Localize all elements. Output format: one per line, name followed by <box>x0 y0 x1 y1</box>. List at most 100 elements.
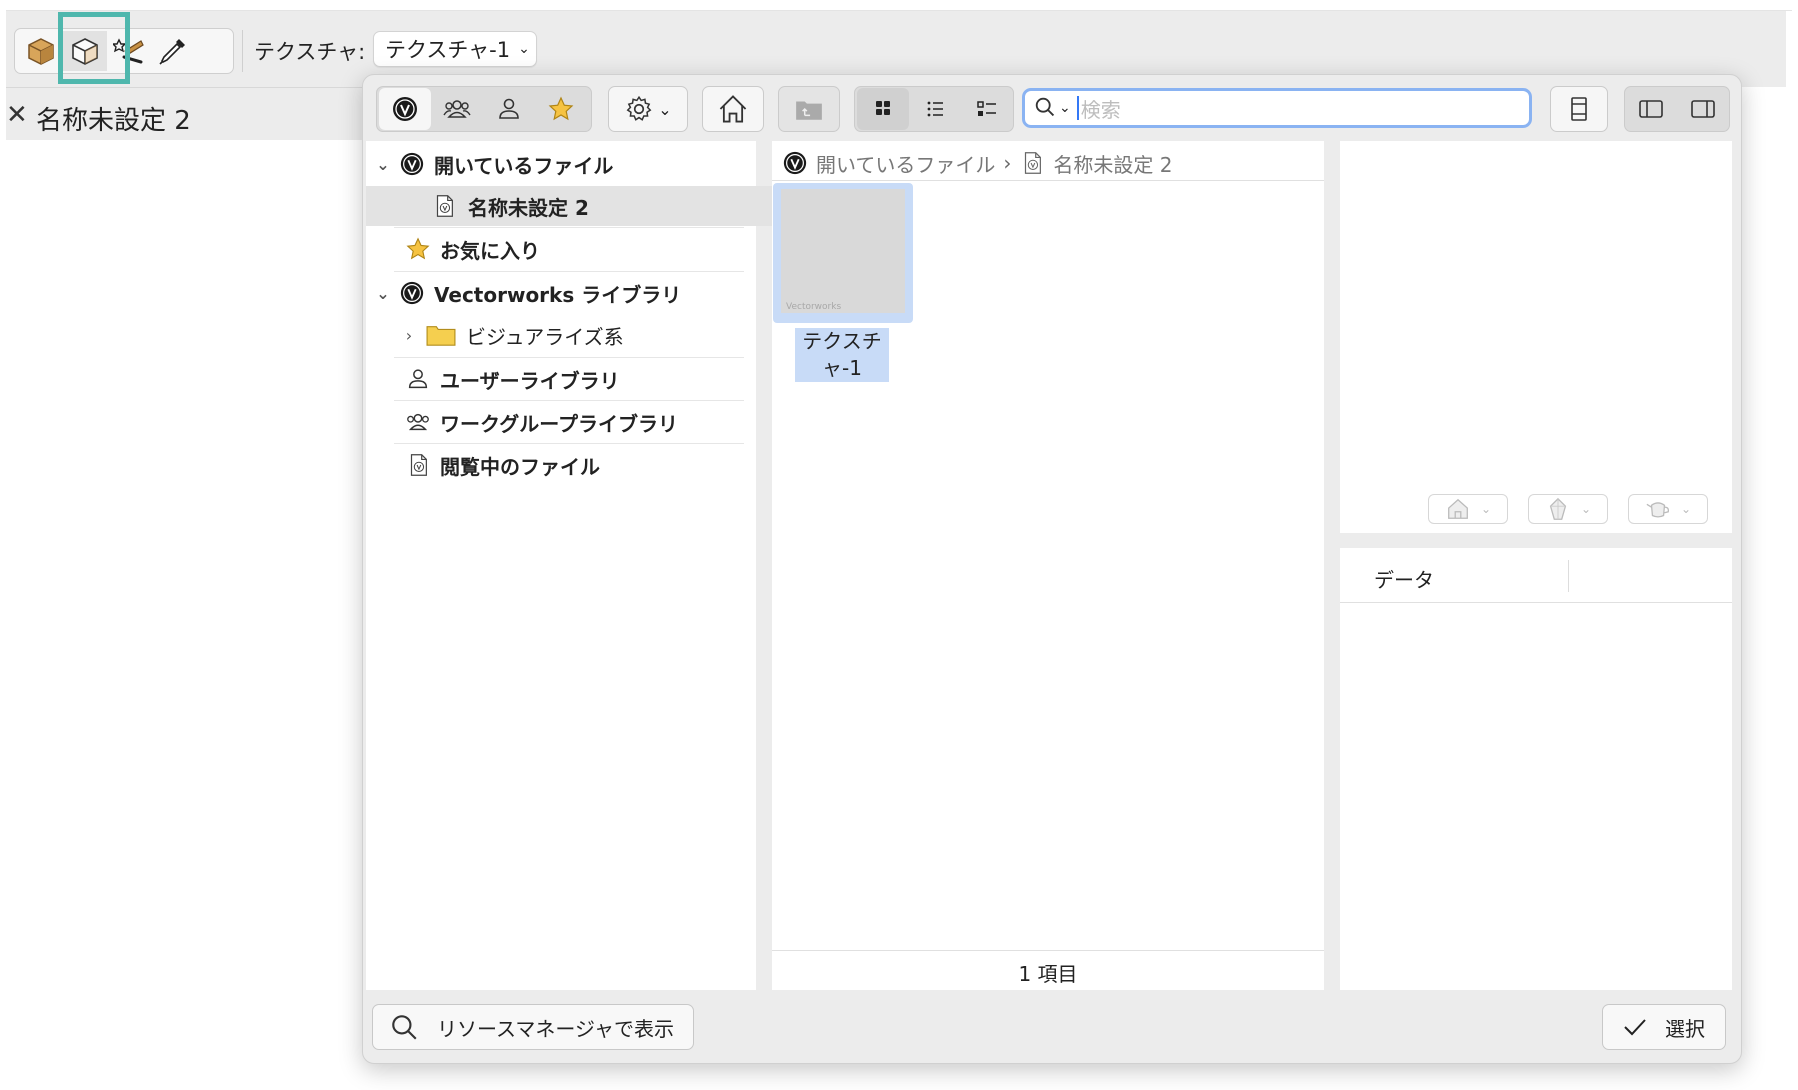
resource-item-label[interactable]: テクスチ ャ-1 <box>795 328 889 382</box>
chevron-down-icon: ⌄ <box>658 99 672 119</box>
eyedropper-tool-button[interactable] <box>151 31 195 71</box>
vw-file-icon <box>430 192 458 220</box>
solid-box-icon <box>28 38 54 65</box>
show-in-resource-manager-label: リソースマネージャで表示 <box>437 1016 674 1041</box>
up-folder-icon <box>796 101 822 120</box>
select-label: 選択 <box>1665 1016 1705 1041</box>
status-rule <box>772 950 1324 951</box>
breadcrumb: 開いているファイル › 名称未設定 2 <box>782 147 1173 179</box>
search-field[interactable]: ⌄ 検索 <box>1022 88 1532 128</box>
text-cursor <box>1076 96 1079 120</box>
search-placeholder: 検索 <box>1080 97 1121 122</box>
texture-dropdown-value: テクスチャ-1 <box>385 38 511 62</box>
home-icon <box>719 95 747 123</box>
data-panel <box>1340 548 1732 990</box>
library-filter-segment <box>376 86 592 132</box>
view-mode-segment <box>854 86 1014 132</box>
vectorworks-logo-icon <box>783 151 807 175</box>
workgroup-filter-button[interactable] <box>431 88 483 130</box>
gem-shape-icon <box>1549 497 1567 520</box>
preview-object-dropdown[interactable]: ⌄ <box>1628 494 1708 524</box>
home-button[interactable] <box>702 86 764 132</box>
close-tab-icon[interactable]: ✕ <box>6 100 28 130</box>
group-icon <box>404 408 432 436</box>
group-icon <box>443 100 471 118</box>
parent-folder-button <box>778 86 840 132</box>
preview-scene-dropdown[interactable]: ⌄ <box>1428 494 1508 524</box>
house-icon <box>1448 498 1468 519</box>
tree-item-label: 名称未設定 2 <box>468 195 589 220</box>
tree-item-user-library[interactable]: ユーザーライブラリ <box>366 359 794 399</box>
person-icon <box>404 365 432 393</box>
tree-item-vectorworks-library[interactable]: ⌄ Vectorworks ライブラリ <box>366 273 764 313</box>
detail-list-icon <box>977 101 996 116</box>
tree-item-label: 開いているファイル <box>434 153 614 178</box>
chevron-down-icon: ⌄ <box>518 41 530 57</box>
chevron-down-icon: ⌄ <box>1480 502 1492 516</box>
breadcrumb-root[interactable]: 開いているファイル <box>816 149 995 178</box>
user-filter-button[interactable] <box>483 88 535 130</box>
item-count: 1 項目 <box>1018 962 1078 986</box>
sidebar-toggle-segment <box>1624 86 1730 132</box>
preview-toggle-button[interactable] <box>1550 86 1608 132</box>
preview-shape-dropdown[interactable]: ⌄ <box>1528 494 1608 524</box>
data-column-separator <box>1568 560 1569 592</box>
tree-item-open-files[interactable]: ⌄ 開いているファイル <box>366 144 764 184</box>
toolbar-separator <box>242 30 243 72</box>
checkmark-icon <box>1624 1019 1646 1036</box>
chevron-down-icon[interactable]: ⌄ <box>374 284 392 303</box>
tree-divider <box>394 443 744 444</box>
show-in-resource-manager-button[interactable]: リソースマネージャで表示 <box>372 1004 694 1050</box>
search-icon <box>392 1015 417 1040</box>
chevron-right-icon[interactable]: › <box>400 326 418 345</box>
texture-thumbnail[interactable] <box>781 189 905 313</box>
tree-item-browsing-files[interactable]: 閲覧中のファイル <box>366 445 794 485</box>
toggle-left-sidebar-button[interactable] <box>1625 88 1677 130</box>
person-icon <box>499 98 519 119</box>
tree-item-visualize-folder[interactable]: › ビジュアライズ系 <box>366 315 790 355</box>
tree-item-label: ワークグループライブラリ <box>440 411 678 436</box>
breadcrumb-file[interactable]: 名称未設定 2 <box>1053 149 1172 178</box>
preview-pane <box>1340 141 1732 533</box>
tree-item-label: お気に入り <box>440 238 540 263</box>
tree-divider <box>394 227 744 228</box>
vectorworks-logo-icon <box>398 150 426 178</box>
chevron-down-icon: ⌄ <box>1680 502 1692 516</box>
grid-view-button[interactable] <box>857 88 909 130</box>
chevron-down-icon: ⌄ <box>1580 502 1592 516</box>
list-view-button[interactable] <box>909 88 961 130</box>
data-panel-title: データ <box>1374 568 1434 592</box>
tree-item-current-file[interactable]: 名称未設定 2 <box>366 186 820 226</box>
settings-menu-button[interactable]: ⌄ <box>608 86 688 132</box>
texture-box-tool-button[interactable] <box>19 31 63 71</box>
star-icon <box>404 235 432 263</box>
star-icon <box>548 96 574 121</box>
chevron-down-icon[interactable]: ⌄ <box>374 155 392 174</box>
active-tool-highlight <box>58 12 130 84</box>
select-button[interactable]: 選択 <box>1602 1004 1726 1050</box>
tree-divider <box>394 271 744 272</box>
tree-divider <box>394 357 744 358</box>
texture-dropdown[interactable]: テクスチャ-1 ⌄ <box>373 31 537 67</box>
detail-list-view-button[interactable] <box>961 88 1013 130</box>
browser-header-rule <box>772 180 1324 181</box>
tree-item-favorites[interactable]: お気に入り <box>366 229 794 269</box>
chevron-down-icon: ⌄ <box>1059 100 1071 116</box>
tree-divider <box>394 400 744 401</box>
search-icon <box>1035 97 1055 117</box>
gear-icon <box>626 95 652 121</box>
left-sidebar-icon <box>1639 100 1663 118</box>
toggle-right-sidebar-button[interactable] <box>1677 88 1729 130</box>
vectorworks-filter-button[interactable] <box>379 88 431 130</box>
texture-label: テクスチャ: <box>254 40 366 64</box>
grid-icon <box>876 101 890 115</box>
right-sidebar-icon <box>1691 100 1715 118</box>
document-tab-title: 名称未設定 2 <box>36 106 191 136</box>
tree-item-label: Vectorworks ライブラリ <box>434 282 682 307</box>
tree-item-label: 閲覧中のファイル <box>440 454 600 479</box>
favorites-filter-button[interactable] <box>535 88 587 130</box>
eyedropper-icon <box>159 39 185 65</box>
tree-item-workgroup-library[interactable]: ワークグループライブラリ <box>366 402 794 442</box>
vertical-panel-icon <box>1571 97 1587 121</box>
breadcrumb-separator: › <box>1003 151 1012 175</box>
